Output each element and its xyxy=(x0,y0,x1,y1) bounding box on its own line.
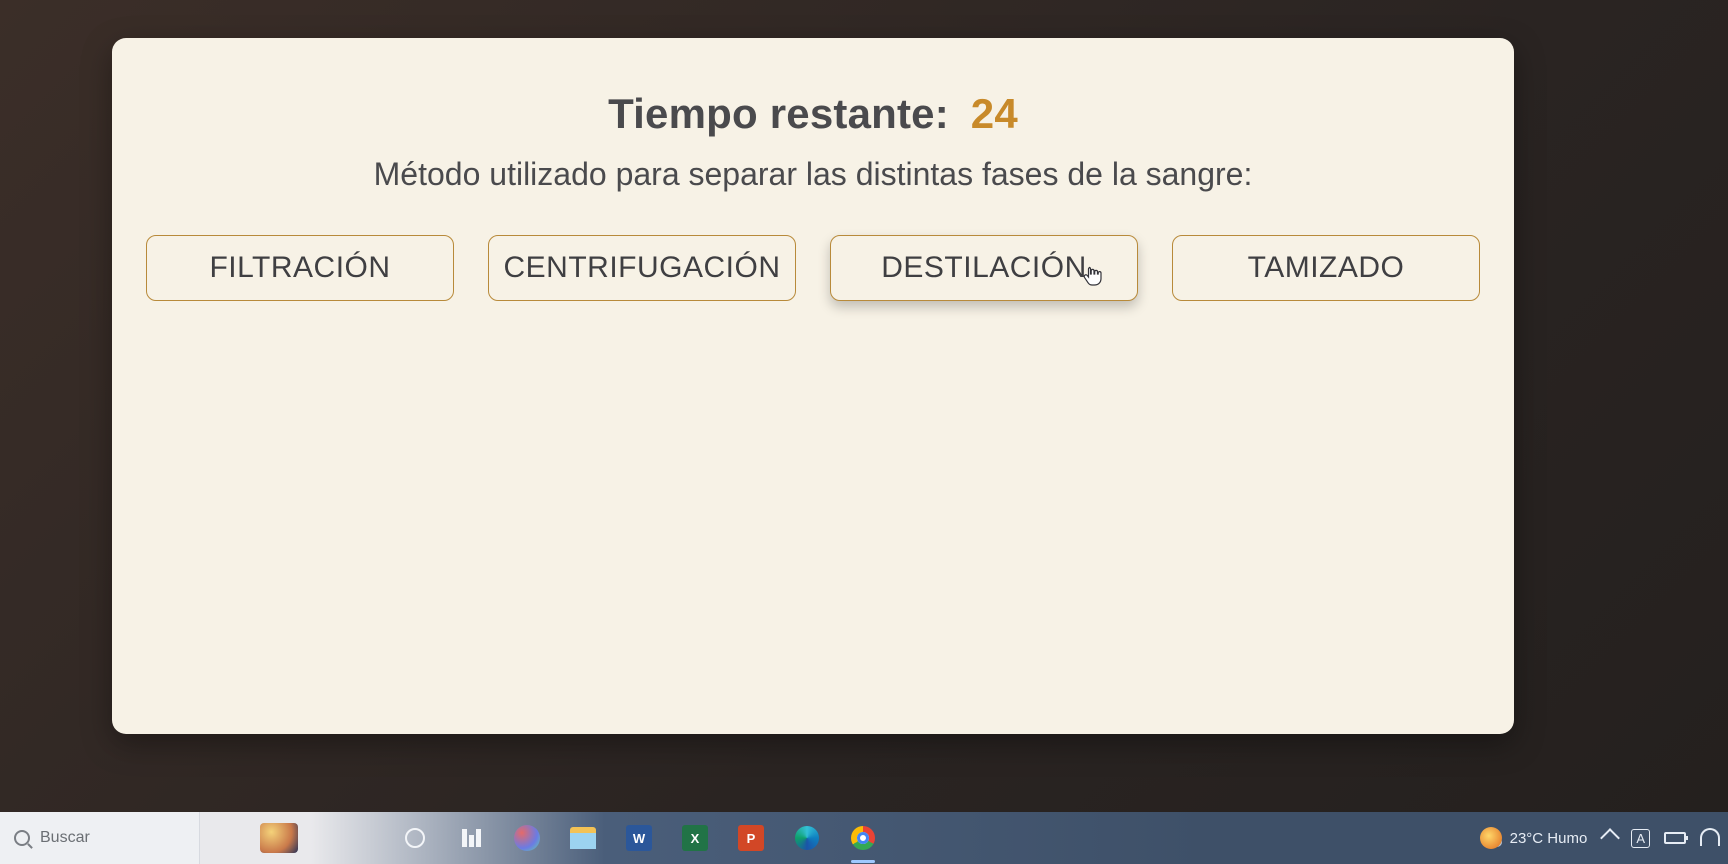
taskbar-search-label: Buscar xyxy=(40,829,90,847)
search-icon xyxy=(14,830,30,846)
taskbar-search[interactable]: Buscar xyxy=(0,812,200,864)
timer-label: Tiempo restante: xyxy=(608,90,949,137)
edge-icon xyxy=(795,826,819,850)
timer-line: Tiempo restante: 24 xyxy=(142,90,1484,138)
quiz-card: Tiempo restante: 24 Método utilizado par… xyxy=(112,38,1514,734)
word-icon: W xyxy=(626,825,652,851)
weather-widget[interactable]: 23°C Humo xyxy=(1480,827,1588,849)
excel-app-button[interactable]: X xyxy=(680,823,710,853)
active-app-indicator xyxy=(851,860,875,863)
ime-indicator-icon[interactable]: A xyxy=(1631,829,1650,848)
desktop-background: Tiempo restante: 24 Método utilizado par… xyxy=(0,0,1728,864)
timer-value: 24 xyxy=(971,90,1018,137)
answer-option-1[interactable]: FILTRACIÓN xyxy=(146,235,454,301)
edge-app-button[interactable] xyxy=(792,823,822,853)
file-explorer-button[interactable] xyxy=(568,823,598,853)
weather-text: 23°C Humo xyxy=(1510,830,1588,847)
answer-option-3[interactable]: DESTILACIÓN xyxy=(830,235,1138,301)
answers-row: FILTRACIÓN CENTRIFUGACIÓN DESTILACIÓN TA… xyxy=(142,235,1484,301)
circle-icon xyxy=(405,828,425,848)
tray-overflow-icon[interactable] xyxy=(1600,828,1620,848)
chrome-icon xyxy=(851,826,875,850)
weather-icon xyxy=(1480,827,1502,849)
taskbar-news-widget[interactable] xyxy=(260,823,298,853)
windows-taskbar: Buscar W X P 23 xyxy=(0,812,1728,864)
file-explorer-icon xyxy=(570,827,596,849)
powerpoint-icon: P xyxy=(738,825,764,851)
taskbar-right: 23°C Humo A xyxy=(1480,827,1720,849)
copilot-icon xyxy=(514,825,540,851)
chrome-app-button[interactable] xyxy=(848,823,878,853)
answer-option-2[interactable]: CENTRIFUGACIÓN xyxy=(488,235,796,301)
copilot-button[interactable] xyxy=(512,823,542,853)
system-tray[interactable]: A xyxy=(1603,829,1720,848)
battery-icon[interactable] xyxy=(1664,832,1686,844)
taskbar-center-icons: W X P xyxy=(400,823,878,853)
excel-icon: X xyxy=(682,825,708,851)
powerpoint-app-button[interactable]: P xyxy=(736,823,766,853)
start-button[interactable] xyxy=(400,823,430,853)
task-view-button[interactable] xyxy=(456,823,486,853)
word-app-button[interactable]: W xyxy=(624,823,654,853)
wifi-icon[interactable] xyxy=(1700,830,1720,846)
task-view-icon xyxy=(462,829,481,847)
news-thumbnail-icon xyxy=(260,823,298,853)
answer-option-4[interactable]: TAMIZADO xyxy=(1172,235,1480,301)
quiz-question: Método utilizado para separar las distin… xyxy=(142,156,1484,193)
